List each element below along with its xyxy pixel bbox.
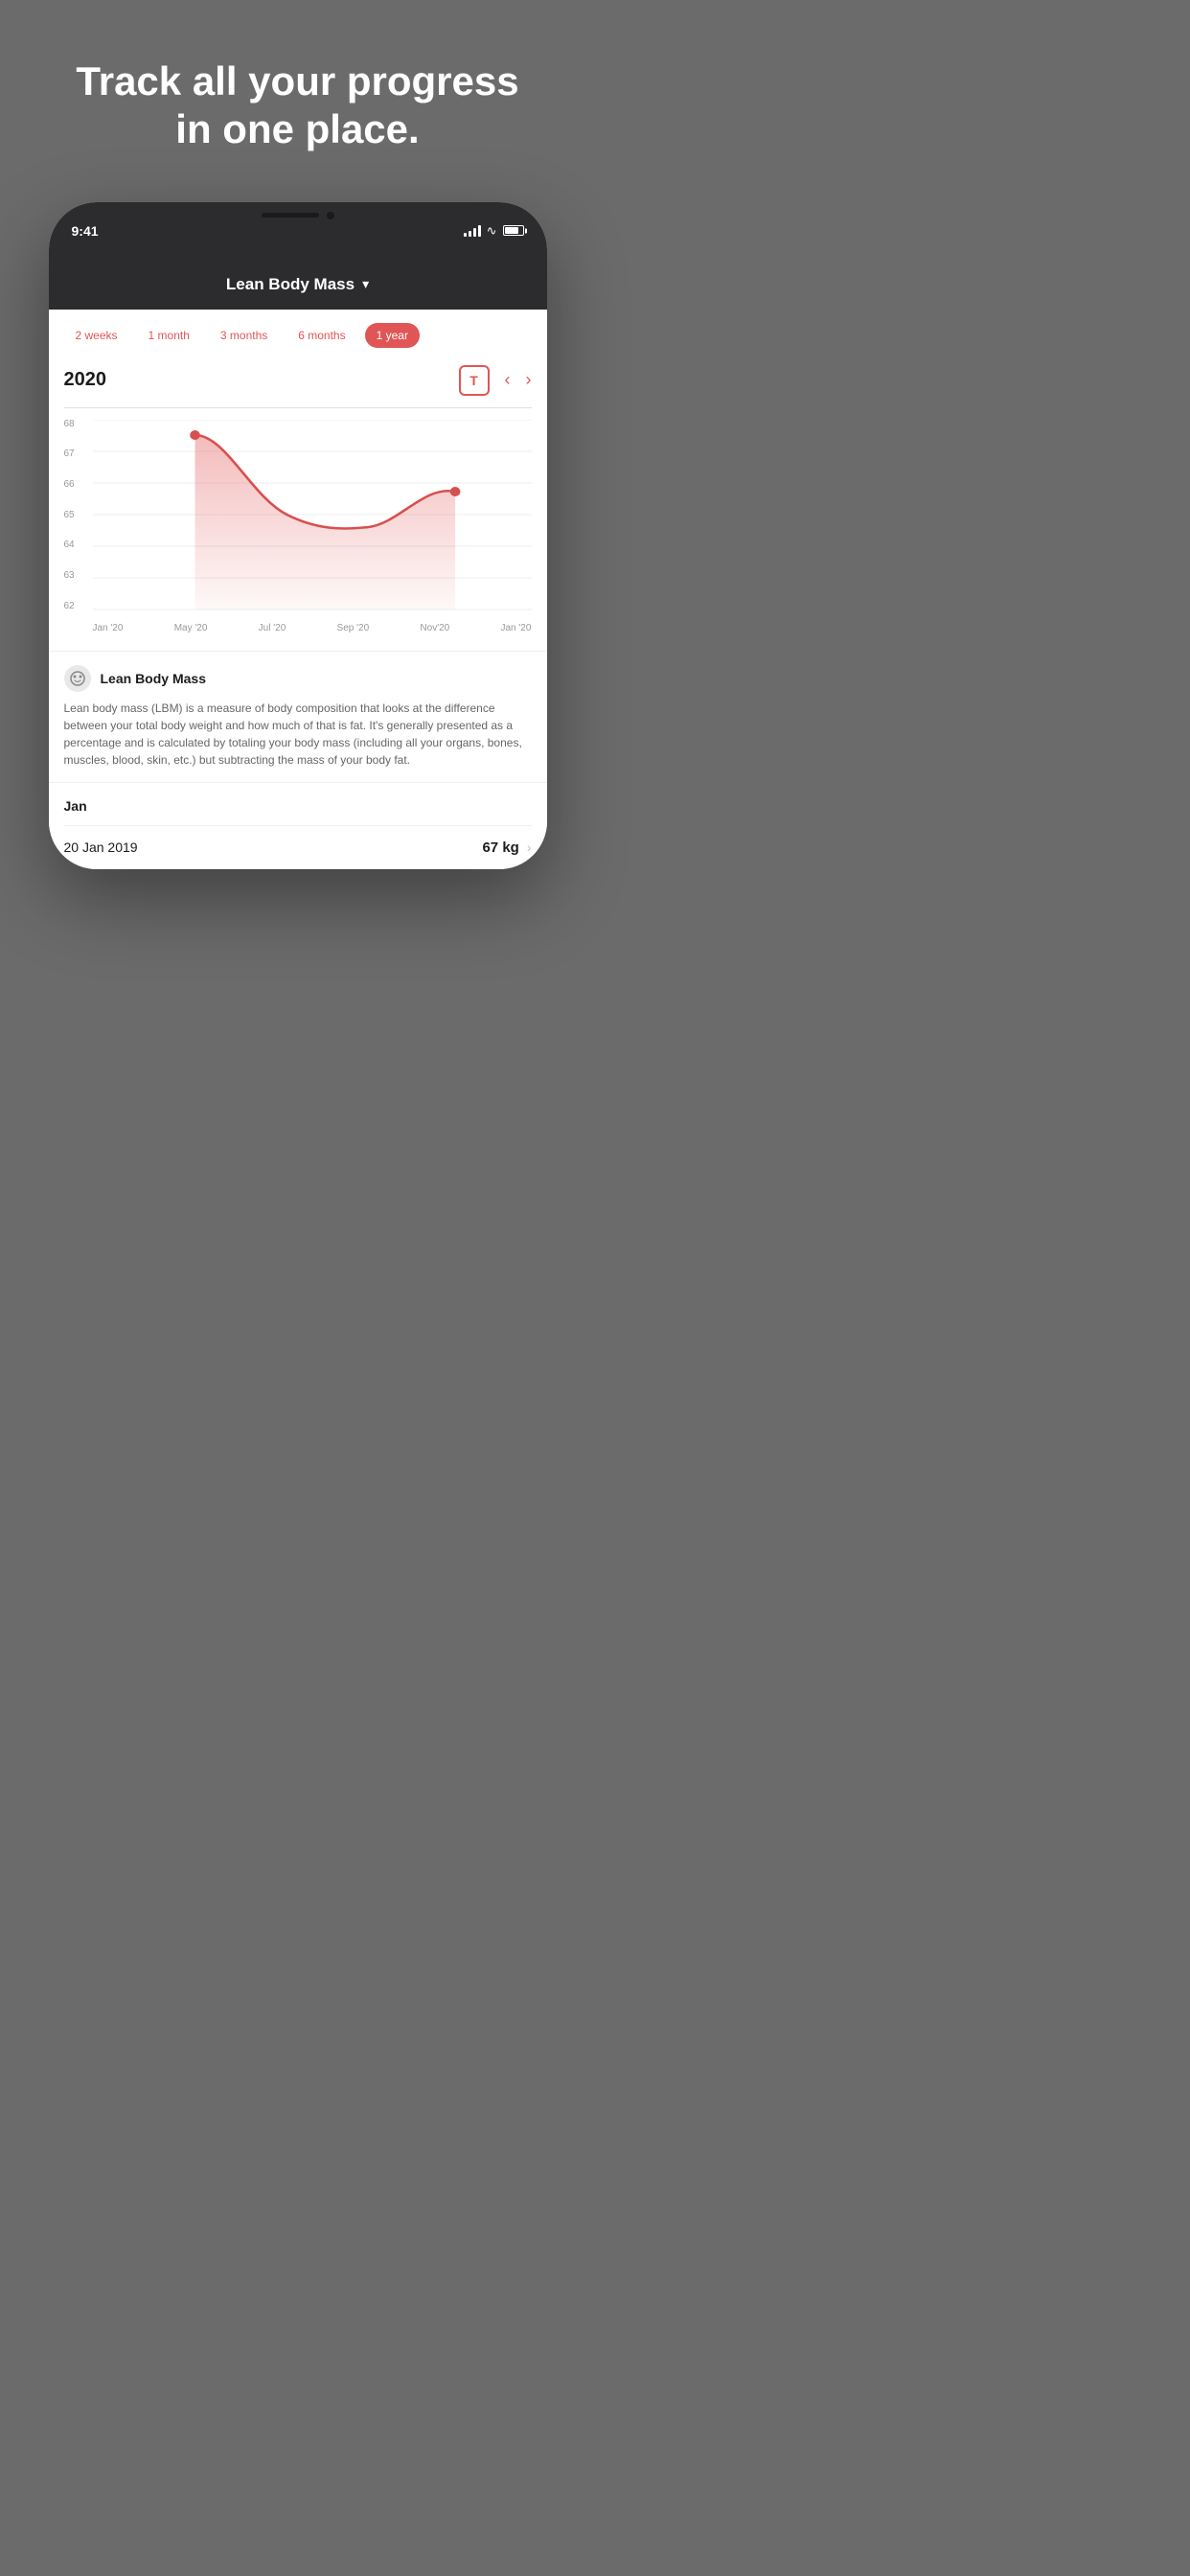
status-icons: ∿ (464, 223, 524, 239)
x-label-may20: May '20 (174, 623, 208, 633)
nav-bar: Lean Body Mass ▾ (49, 260, 547, 310)
status-time: 9:41 (72, 223, 99, 239)
filter-3months[interactable]: 3 months (209, 323, 279, 348)
chart-dot-start (190, 430, 200, 440)
x-label-nov20: Nov'20 (420, 623, 449, 633)
wifi-icon: ∿ (487, 223, 497, 239)
x-label-jan20-start: Jan '20 (93, 623, 124, 633)
notch-dot (327, 212, 334, 219)
data-item-date: 20 Jan 2019 (64, 840, 138, 855)
chart-controls: T ‹ › (459, 365, 532, 396)
y-label-66: 66 (64, 480, 75, 490)
filter-6months[interactable]: 6 months (286, 323, 356, 348)
notch-bar (262, 213, 319, 218)
notch (236, 202, 360, 229)
y-label-64: 64 (64, 540, 75, 550)
chart-header: 2020 T ‹ › (64, 357, 532, 400)
chart-next-button[interactable]: › (526, 370, 532, 390)
chart-year-label: 2020 (64, 369, 107, 391)
chart-divider (64, 407, 532, 408)
data-item-value: 67 kg (482, 840, 518, 856)
x-label-jan20-end: Jan '20 (501, 623, 532, 633)
phone-mockup: 9:41 ∿ Lean Body Mass ▾ 2 weeks 1 (49, 202, 547, 869)
filter-1month[interactable]: 1 month (137, 323, 201, 348)
app-content: 2 weeks 1 month 3 months 6 months 1 year… (49, 310, 547, 869)
info-section: Lean Body Mass Lean body mass (LBM) is a… (49, 651, 547, 782)
y-label-62: 62 (64, 602, 75, 611)
x-label-jul20: Jul '20 (259, 623, 286, 633)
hero-title: Track all your progress in one place. (0, 0, 595, 193)
time-filter-bar: 2 weeks 1 month 3 months 6 months 1 year (49, 310, 547, 357)
info-header: Lean Body Mass (64, 665, 532, 692)
y-label-68: 68 (64, 420, 75, 429)
x-label-sep20: Sep '20 (337, 623, 370, 633)
chart-svg (93, 420, 532, 611)
chart-x-axis: Jan '20 May '20 Jul '20 Sep '20 Nov'20 J… (64, 619, 532, 633)
data-list-section: Jan 20 Jan 2019 67 kg › (49, 782, 547, 869)
filter-1year[interactable]: 1 year (365, 323, 420, 348)
data-list-item[interactable]: 20 Jan 2019 67 kg › (64, 825, 532, 869)
chart-table-button[interactable]: T (459, 365, 490, 396)
y-label-63: 63 (64, 571, 75, 581)
chart-dot-end (449, 487, 460, 496)
filter-2weeks[interactable]: 2 weeks (64, 323, 129, 348)
y-label-67: 67 (64, 449, 75, 459)
battery-icon (503, 225, 524, 236)
status-bar: 9:41 ∿ (49, 202, 547, 260)
info-title-text: Lean Body Mass (101, 671, 206, 686)
chart-section: 2020 T ‹ › 68 67 66 65 64 63 62 (49, 357, 547, 651)
data-item-right: 67 kg › (482, 840, 531, 856)
chart-prev-button[interactable]: ‹ (505, 370, 511, 390)
nav-chevron-icon[interactable]: ▾ (362, 276, 369, 292)
y-label-65: 65 (64, 511, 75, 520)
data-item-chevron-icon: › (527, 840, 532, 855)
data-list-month-label: Jan (64, 798, 532, 814)
nav-title: Lean Body Mass (226, 275, 355, 294)
chart-graph: 68 67 66 65 64 63 62 (64, 420, 532, 611)
info-description: Lean body mass (LBM) is a measure of bod… (64, 700, 532, 769)
chart-svg-area (93, 420, 532, 611)
signal-icon (464, 225, 481, 237)
lean-body-mass-icon (64, 665, 91, 692)
chart-y-axis: 68 67 66 65 64 63 62 (64, 420, 75, 611)
